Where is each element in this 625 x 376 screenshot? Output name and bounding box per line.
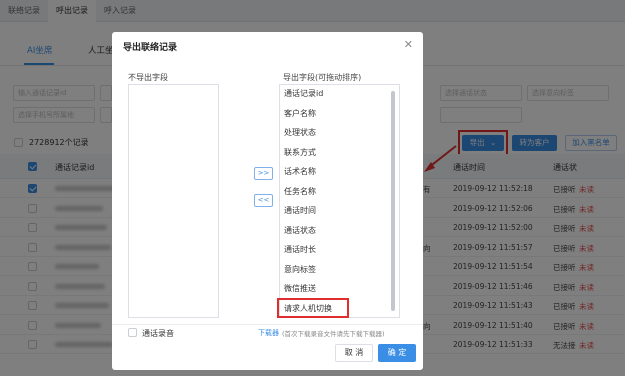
export-field-item[interactable]: 意向标签 xyxy=(284,264,316,275)
exported-fields-list[interactable]: 通话记录id 客户名称处理状态联系方式话术名称任务名称通话时间通话状态通话时长意向… xyxy=(279,84,400,318)
call-recording-checkbox[interactable] xyxy=(128,328,137,337)
footer-divider xyxy=(112,324,423,325)
export-field-item[interactable]: 微信推送 xyxy=(284,283,316,294)
export-field-item[interactable]: 通话时长 xyxy=(284,244,316,255)
exported-fields-label: 导出字段(可拖动排序) xyxy=(283,73,362,82)
call-recording-label: 通话录音 xyxy=(142,329,174,338)
export-field-item[interactable]: 通话记录id xyxy=(284,88,323,99)
cancel-button[interactable]: 取 消 xyxy=(335,344,373,362)
export-dialog: 导出联络记录 ✕ 不导出字段 导出字段(可拖动排序) >> << 通话记录id 客… xyxy=(112,32,423,370)
downloader-link[interactable]: 下载器 xyxy=(258,328,279,338)
export-field-item[interactable]: 任务名称 xyxy=(284,186,316,197)
move-left-button[interactable]: << xyxy=(254,194,273,207)
export-field-item[interactable]: 通话时间 xyxy=(284,205,316,216)
excluded-fields-list[interactable] xyxy=(128,84,219,318)
confirm-button[interactable]: 确 定 xyxy=(378,344,416,362)
dialog-title: 导出联络记录 xyxy=(123,43,178,53)
excluded-fields-label: 不导出字段 xyxy=(128,73,168,82)
export-field-item[interactable]: 话术名称 xyxy=(284,166,316,177)
downloader-hint: (首次下载录音文件请先下载下载器) xyxy=(282,330,385,338)
export-field-item[interactable]: 联系方式 xyxy=(284,147,316,158)
close-icon[interactable]: ✕ xyxy=(404,38,413,51)
field-highlight-box xyxy=(277,298,349,318)
export-field-item[interactable]: 客户名称 xyxy=(284,108,316,119)
scrollbar[interactable] xyxy=(391,91,395,311)
export-field-item[interactable]: 通话状态 xyxy=(284,225,316,236)
move-right-button[interactable]: >> xyxy=(254,167,273,180)
export-field-item[interactable]: 处理状态 xyxy=(284,127,316,138)
